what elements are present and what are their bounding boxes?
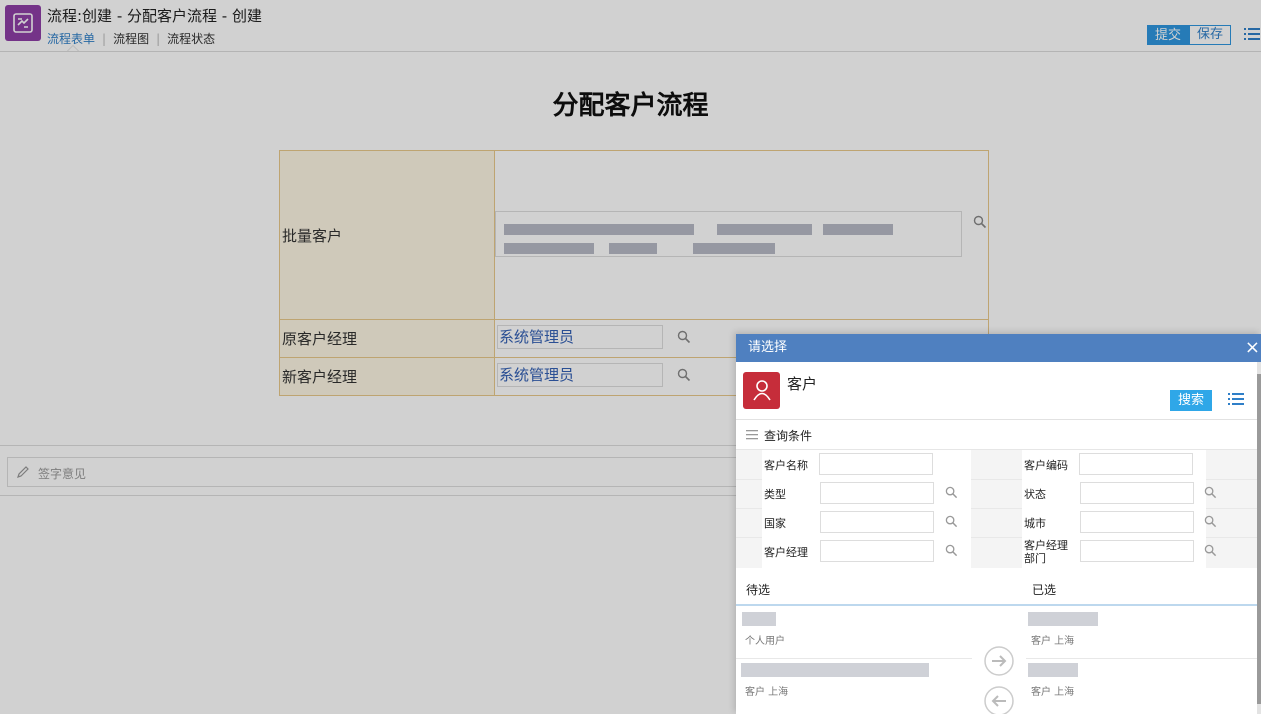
pencil-icon [17, 466, 29, 478]
app-header: 流程:创建 - 分配客户流程 - 创建 流程表单 | 流程图 | 流程状态 提交 保存 [0, 0, 1261, 52]
tab-separator: | [102, 32, 107, 46]
query-conditions-label: 查询条件 [764, 429, 813, 443]
batch-customer-value [494, 150, 989, 320]
list-item[interactable]: 客户 上海 [736, 659, 972, 709]
tab-flow-form[interactable]: 流程表单 [47, 32, 95, 46]
city-label: 城市 [1024, 517, 1046, 530]
type-label: 类型 [764, 488, 786, 501]
query-conditions-bar[interactable]: 查询条件 [736, 419, 1257, 449]
search-icon[interactable] [677, 368, 691, 382]
tab-separator: | [156, 32, 161, 46]
manager-label: 客户经理 [764, 546, 808, 559]
old-manager-label: 原客户经理 [279, 319, 495, 358]
list-item-subtitle: 客户 上海 [745, 687, 789, 698]
search-icon[interactable] [973, 215, 987, 229]
type-input[interactable] [820, 482, 934, 504]
search-icon[interactable] [945, 486, 958, 499]
customer-code-input[interactable] [1079, 453, 1193, 475]
manager-input[interactable] [820, 540, 934, 562]
customer-code-label: 客户编码 [1024, 459, 1068, 472]
close-icon[interactable]: × [1245, 334, 1260, 362]
search-icon[interactable] [677, 330, 691, 344]
manager-dept-label: 客户经理部门 [1024, 539, 1068, 565]
object-title: 客户 [787, 375, 818, 393]
save-button[interactable]: 保存 [1189, 25, 1231, 45]
dialog-header: 请选择 × [736, 334, 1261, 362]
search-icon[interactable] [1204, 515, 1217, 528]
search-icon[interactable] [1204, 486, 1217, 499]
list-menu-icon[interactable] [1228, 392, 1244, 406]
search-button[interactable]: 搜索 [1170, 390, 1212, 411]
query-form: 客户名称 客户编码 类型 状态 国家 城市 客户经理 客户经理部门 [736, 449, 1257, 569]
country-label: 国家 [764, 517, 786, 530]
list-item-subtitle: 个人用户 [745, 636, 785, 647]
new-manager-field[interactable]: 系统管理员 [497, 363, 663, 387]
batch-customer-field[interactable] [495, 211, 962, 257]
batch-customer-label: 批量客户 [279, 150, 495, 320]
list-menu-icon[interactable] [1244, 27, 1260, 41]
list-item-subtitle: 客户 上海 [1031, 687, 1075, 698]
manager-dept-input[interactable] [1080, 540, 1194, 562]
city-input[interactable] [1080, 511, 1194, 533]
search-icon[interactable] [945, 515, 958, 528]
submit-button[interactable]: 提交 [1147, 25, 1189, 45]
old-manager-field[interactable]: 系统管理员 [497, 325, 663, 349]
arrow-right-icon[interactable] [984, 646, 1014, 676]
selected-label: 已选 [1032, 583, 1057, 597]
select-dialog: 请选择 × 客户 搜索 查询条件 客户名称 客户编码 类型 状态 国家 城市 客… [736, 334, 1261, 714]
new-manager-label: 新客户经理 [279, 357, 495, 396]
flow-icon [5, 5, 41, 41]
tab-flow-chart[interactable]: 流程图 [113, 32, 149, 46]
list-item[interactable]: 个人用户 [736, 608, 972, 658]
country-input[interactable] [820, 511, 934, 533]
list-item-subtitle: 客户 上海 [1031, 636, 1075, 647]
search-icon[interactable] [1204, 544, 1217, 557]
list-item[interactable]: 客户 上海 [1026, 659, 1257, 709]
hamburger-icon [746, 430, 758, 440]
scrollbar-thumb[interactable] [1257, 374, 1261, 704]
dialog-title: 请选择 [748, 340, 788, 355]
arrow-left-icon[interactable] [984, 686, 1014, 714]
customer-name-input[interactable] [819, 453, 933, 475]
search-icon[interactable] [945, 544, 958, 557]
customer-name-label: 客户名称 [764, 459, 808, 472]
user-icon [743, 372, 780, 409]
pending-label: 待选 [746, 583, 771, 597]
form-title: 分配客户流程 [552, 91, 709, 121]
opinion-placeholder: 签字意见 [38, 467, 87, 481]
page-title: 流程:创建 - 分配客户流程 - 创建 [47, 7, 262, 25]
status-input[interactable] [1080, 482, 1194, 504]
active-tab-caret [67, 45, 79, 51]
list-header: 待选 已选 [736, 571, 1257, 606]
status-label: 状态 [1024, 488, 1046, 501]
tab-flow-status[interactable]: 流程状态 [167, 32, 215, 46]
list-item[interactable]: 客户 上海 [1026, 608, 1257, 658]
